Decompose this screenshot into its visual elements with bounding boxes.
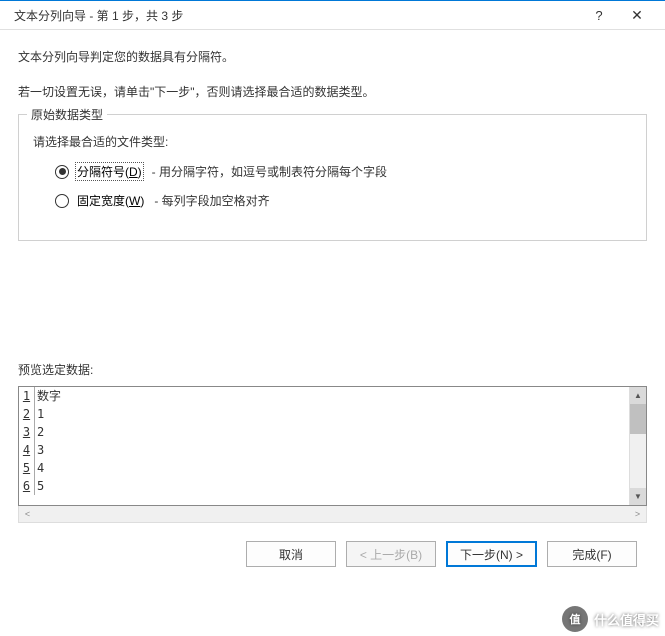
preview-rownum: 4 xyxy=(19,441,35,459)
preview-rownum: 1 xyxy=(19,387,35,405)
scroll-down-icon[interactable]: ▼ xyxy=(630,488,646,505)
button-row: 取消 < 上一步(B) 下一步(N) > 完成(F) xyxy=(18,523,647,567)
radio-fixed-row[interactable]: 固定宽度(W) - 每列字段加空格对齐 xyxy=(33,191,632,210)
preview-cell: 5 xyxy=(35,477,44,495)
radio-delimited-row[interactable]: 分隔符号(D) - 用分隔字符，如逗号或制表符分隔每个字段 xyxy=(33,162,632,181)
preview-cell: 4 xyxy=(35,459,44,477)
watermark-icon: 值 xyxy=(562,606,588,632)
preview-label: 预览选定数据: xyxy=(18,361,647,378)
preview-cell: 2 xyxy=(35,423,44,441)
preview-row: 3 2 xyxy=(19,423,629,441)
radio-delimited-desc: - 用分隔字符，如逗号或制表符分隔每个字段 xyxy=(152,163,387,180)
preview-row: 4 3 xyxy=(19,441,629,459)
group-subtitle: 请选择最合适的文件类型: xyxy=(33,133,632,150)
dialog-content: 文本分列向导判定您的数据具有分隔符。 若一切设置无误，请单击"下一步"，否则请选… xyxy=(0,30,665,567)
preview-row: 5 4 xyxy=(19,459,629,477)
titlebar: 文本分列向导 - 第 1 步，共 3 步 ? ✕ xyxy=(0,0,665,30)
watermark-text: 什么值得买 xyxy=(594,610,659,629)
radio-fixed-label: 固定宽度(W) xyxy=(75,191,146,210)
preview-rownum: 2 xyxy=(19,405,35,423)
preview-body: 1 数字 2 1 3 2 4 3 5 4 6 5 xyxy=(19,387,629,505)
preview-cell: 1 xyxy=(35,405,44,423)
cancel-button[interactable]: 取消 xyxy=(246,541,336,567)
next-button[interactable]: 下一步(N) > xyxy=(446,541,537,567)
preview-row: 2 1 xyxy=(19,405,629,423)
finish-button[interactable]: 完成(F) xyxy=(547,541,637,567)
radio-fixed-desc: - 每列字段加空格对齐 xyxy=(154,192,269,209)
preview-row: 6 5 xyxy=(19,477,629,495)
intro-text-2: 若一切设置无误，请单击"下一步"，否则请选择最合适的数据类型。 xyxy=(18,83,647,100)
scroll-thumb[interactable] xyxy=(630,404,646,434)
radio-fixed[interactable] xyxy=(55,194,69,208)
preview-hscroll[interactable]: < > xyxy=(18,506,647,523)
scroll-up-icon[interactable]: ▲ xyxy=(630,387,646,404)
preview-row: 1 数字 xyxy=(19,387,629,405)
scroll-left-icon[interactable]: < xyxy=(19,506,36,522)
data-type-group: 原始数据类型 请选择最合适的文件类型: 分隔符号(D) - 用分隔字符，如逗号或… xyxy=(18,114,647,241)
preview-pane: 1 数字 2 1 3 2 4 3 5 4 6 5 xyxy=(18,386,647,506)
scroll-right-icon[interactable]: > xyxy=(629,506,646,522)
preview-cell: 3 xyxy=(35,441,44,459)
preview-cell: 数字 xyxy=(35,387,61,405)
preview-rownum: 6 xyxy=(19,477,35,495)
preview-rownum: 3 xyxy=(19,423,35,441)
watermark: 值 什么值得买 xyxy=(562,606,659,632)
preview-vscroll[interactable]: ▲ ▼ xyxy=(629,387,646,505)
back-button: < 上一步(B) xyxy=(346,541,436,567)
group-legend: 原始数据类型 xyxy=(27,106,107,123)
intro-text-1: 文本分列向导判定您的数据具有分隔符。 xyxy=(18,48,647,65)
close-button[interactable]: ✕ xyxy=(617,7,657,24)
radio-delimited-label: 分隔符号(D) xyxy=(75,162,144,181)
dialog-title: 文本分列向导 - 第 1 步，共 3 步 xyxy=(14,7,581,24)
help-button[interactable]: ? xyxy=(581,8,617,23)
radio-delimited[interactable] xyxy=(55,165,69,179)
preview-rownum: 5 xyxy=(19,459,35,477)
